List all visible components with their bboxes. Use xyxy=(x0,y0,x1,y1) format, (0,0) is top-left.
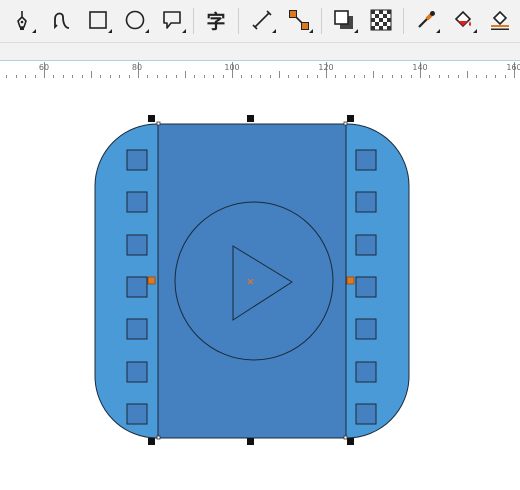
ruler-label: 100 xyxy=(224,63,240,72)
sprocket-hole-left-1[interactable] xyxy=(126,149,148,171)
dimension-tool-button[interactable] xyxy=(247,5,277,35)
drawing-canvas[interactable] xyxy=(0,78,520,490)
outline-bucket-icon xyxy=(491,10,509,30)
connector-tool-flyout-indicator xyxy=(309,29,313,33)
sprocket-hole-left-6[interactable] xyxy=(126,361,148,383)
sprocket-hole-right-7[interactable] xyxy=(355,403,377,425)
sprocket-hole-right-2[interactable] xyxy=(355,191,377,213)
rectangle-tool-button[interactable] xyxy=(83,5,113,35)
ellipse-tool-button[interactable] xyxy=(120,5,150,35)
drop-shadow-flyout-indicator xyxy=(354,29,358,33)
bezier-curve-icon xyxy=(54,12,70,30)
toolbox: 字 xyxy=(0,0,520,43)
sprocket-hole-left-3[interactable] xyxy=(126,234,148,256)
ellipse-tool-flyout-indicator xyxy=(145,29,149,33)
selection-handle-top[interactable] xyxy=(247,115,254,122)
fill-tool-button[interactable] xyxy=(448,5,478,35)
selection-handle-bottom-right[interactable] xyxy=(347,438,354,445)
sprocket-hole-right-1[interactable] xyxy=(355,149,377,171)
selection-handle-top-right[interactable] xyxy=(347,115,354,122)
selection-handle-right[interactable] xyxy=(346,276,355,285)
selection-handle-bottom-left[interactable] xyxy=(148,438,155,445)
sprocket-hole-right-5[interactable] xyxy=(355,318,377,340)
drop-shadow-tool-button[interactable] xyxy=(329,5,359,35)
selection-handle-top-left[interactable] xyxy=(148,115,155,122)
ruler-label: 120 xyxy=(318,63,334,72)
connector-tool-icon xyxy=(289,10,309,30)
eyedropper-flyout-indicator xyxy=(436,29,440,33)
sprocket-hole-left-5[interactable] xyxy=(126,318,148,340)
callout-tool-icon xyxy=(163,11,181,29)
ellipse-tool-icon xyxy=(125,10,145,30)
sprocket-hole-left-7[interactable] xyxy=(126,403,148,425)
toolbar-separator xyxy=(403,8,404,34)
transparency-icon xyxy=(370,9,392,31)
pen-tool-flyout-indicator xyxy=(32,29,36,33)
ruler-label: 140 xyxy=(412,63,428,72)
pen-tool-button[interactable] xyxy=(7,5,37,35)
fill-bucket-icon xyxy=(454,10,472,28)
connector-tool-button[interactable] xyxy=(284,5,314,35)
rectangle-tool-flyout-indicator xyxy=(108,29,112,33)
toolbar-separator xyxy=(238,8,239,34)
sprocket-hole-right-6[interactable] xyxy=(355,361,377,383)
rectangle-tool-icon xyxy=(89,11,107,29)
text-tool-icon: 字 xyxy=(206,10,226,33)
sprocket-hole-right-4[interactable] xyxy=(355,276,377,298)
pen-tool-icon xyxy=(17,11,27,30)
ruler-label: 160 xyxy=(506,63,520,72)
drop-shadow-icon xyxy=(334,10,353,29)
sprocket-hole-left-2[interactable] xyxy=(126,191,148,213)
dimension-line-icon xyxy=(252,10,272,30)
selection-handle-bottom[interactable] xyxy=(247,438,254,445)
text-tool-button[interactable]: 字 xyxy=(201,5,231,35)
toolbar-separator xyxy=(193,8,194,34)
fill-tool-flyout-indicator xyxy=(473,29,477,33)
callout-tool-flyout-indicator xyxy=(182,29,186,33)
eyedropper-tool-button[interactable] xyxy=(411,5,441,35)
selection-handle-left[interactable] xyxy=(147,276,156,285)
horizontal-ruler[interactable]: 60 80 100 120 140 160 xyxy=(0,60,520,79)
sprocket-hole-left-4[interactable] xyxy=(126,276,148,298)
transparency-tool-button[interactable] xyxy=(366,5,396,35)
ruler-label: 60 xyxy=(38,63,50,72)
ruler-label: 80 xyxy=(131,63,143,72)
sprocket-hole-right-3[interactable] xyxy=(355,234,377,256)
eyedropper-icon xyxy=(418,11,435,28)
bezier-tool-button[interactable] xyxy=(46,5,76,35)
ruler-ticks xyxy=(6,62,515,78)
toolbar-separator xyxy=(321,8,322,34)
dimension-tool-flyout-indicator xyxy=(272,29,276,33)
callout-tool-button[interactable] xyxy=(157,5,187,35)
outline-tool-button[interactable] xyxy=(485,5,515,35)
toolbar-spacer xyxy=(0,43,520,60)
document-drawing xyxy=(94,115,410,445)
